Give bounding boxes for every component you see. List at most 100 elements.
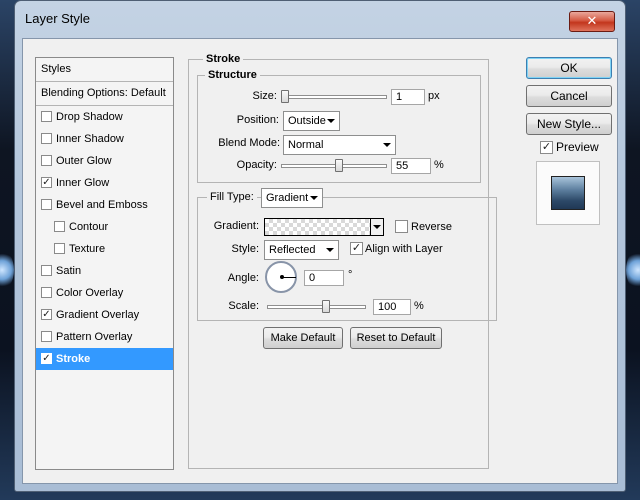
position-select[interactable]: Outside xyxy=(283,111,340,131)
style-item-checkbox[interactable] xyxy=(41,331,52,342)
style-item-label: Texture xyxy=(69,243,106,255)
chevron-down-icon xyxy=(327,119,335,123)
angle-input[interactable]: 0 xyxy=(304,270,344,286)
style-value: Reflected xyxy=(269,244,316,256)
style-item-checkbox[interactable] xyxy=(41,133,52,144)
gradient-picker[interactable] xyxy=(264,218,384,236)
fill-type-select[interactable]: Gradient xyxy=(261,188,323,208)
close-icon: ✕ xyxy=(586,13,598,28)
style-item-checkbox[interactable] xyxy=(41,111,52,122)
scale-input[interactable]: 100 xyxy=(373,299,411,315)
style-item-label: Drop Shadow xyxy=(56,111,123,123)
style-item-stroke[interactable]: ✓ Stroke xyxy=(36,348,173,370)
scale-label: Scale: xyxy=(228,300,259,312)
style-item-inner-shadow[interactable]: Inner Shadow xyxy=(36,128,173,150)
style-item-checkbox[interactable] xyxy=(54,243,65,254)
style-item-label: Inner Shadow xyxy=(56,133,124,145)
style-item-checkbox[interactable] xyxy=(41,287,52,298)
reset-to-default-button[interactable]: Reset to Default xyxy=(350,327,442,349)
opacity-slider-thumb[interactable] xyxy=(334,159,343,172)
style-item-label: Pattern Overlay xyxy=(56,331,133,343)
blending-options-item[interactable]: Blending Options: Default xyxy=(36,82,173,106)
size-unit: px xyxy=(428,90,440,102)
style-item-label: Gradient Overlay xyxy=(56,309,140,321)
make-default-button[interactable]: Make Default xyxy=(263,327,343,349)
preview-thumbnail xyxy=(536,161,600,225)
gradient-label: Gradient: xyxy=(213,220,259,232)
style-item-checkbox[interactable] xyxy=(41,265,52,276)
style-item-checkbox[interactable]: ✓ xyxy=(41,177,52,188)
style-item-label: Contour xyxy=(69,221,109,233)
opacity-label: Opacity: xyxy=(236,159,277,171)
preview-label: Preview xyxy=(556,140,599,154)
style-item-color-overlay[interactable]: Color Overlay xyxy=(36,282,173,304)
style-item-pattern-overlay[interactable]: Pattern Overlay xyxy=(36,326,173,348)
style-item-contour[interactable]: Contour xyxy=(36,216,173,238)
chevron-down-icon xyxy=(326,248,334,252)
reverse-checkbox[interactable] xyxy=(395,220,408,233)
style-item-checkbox[interactable] xyxy=(54,221,65,232)
scale-slider-track[interactable] xyxy=(267,305,366,309)
style-item-checkbox[interactable] xyxy=(41,155,52,166)
angle-label: Angle: xyxy=(227,272,259,284)
preview-check-box[interactable]: ✓ xyxy=(540,141,553,154)
preview-checkbox[interactable]: ✓ xyxy=(540,141,553,154)
align-with-layer-label: Align with Layer xyxy=(365,243,443,255)
style-item-outer-glow[interactable]: Outer Glow xyxy=(36,150,173,172)
opacity-input[interactable]: 55 xyxy=(391,158,431,174)
style-item-label: Stroke xyxy=(56,353,91,365)
styles-header[interactable]: Styles xyxy=(36,58,173,82)
style-item-label: Bevel and Emboss xyxy=(56,199,148,211)
style-item-inner-glow[interactable]: ✓ Inner Glow xyxy=(36,172,173,194)
style-item-checkbox[interactable] xyxy=(41,199,52,210)
angle-dial[interactable] xyxy=(265,261,297,293)
preview-swatch xyxy=(551,176,585,210)
opacity-unit: % xyxy=(434,159,444,171)
style-item-checkbox[interactable]: ✓ xyxy=(41,353,52,364)
dialog-body: Styles Blending Options: Default Drop Sh… xyxy=(22,38,618,484)
align-with-layer-checkbox[interactable]: ✓ xyxy=(350,242,363,255)
size-slider-thumb[interactable] xyxy=(281,90,289,103)
scale-slider-thumb[interactable] xyxy=(321,300,330,313)
cancel-button[interactable]: Cancel xyxy=(526,85,612,107)
style-item-texture[interactable]: Texture xyxy=(36,238,173,260)
chevron-down-icon xyxy=(310,196,318,200)
style-item-label: Satin xyxy=(56,265,82,277)
style-item-drop-shadow[interactable]: Drop Shadow xyxy=(36,106,173,128)
style-item-gradient-overlay[interactable]: ✓ Gradient Overlay xyxy=(36,304,173,326)
style-item-bevel-and-emboss[interactable]: Bevel and Emboss xyxy=(36,194,173,216)
fill-type-label: Fill Type: xyxy=(207,191,257,203)
angle-indicator xyxy=(282,277,296,278)
window-title: Layer Style xyxy=(25,11,91,26)
blend-mode-label: Blend Mode: xyxy=(218,137,280,149)
align-check-box[interactable]: ✓ xyxy=(350,242,363,255)
style-item-checkbox[interactable]: ✓ xyxy=(41,309,52,320)
position-value: Outside xyxy=(288,115,326,127)
position-label: Position: xyxy=(236,114,279,126)
style-label: Style: xyxy=(231,243,259,255)
style-item-satin[interactable]: Satin xyxy=(36,260,173,282)
angle-unit: ° xyxy=(348,269,353,281)
scale-unit: % xyxy=(414,300,424,312)
style-select[interactable]: Reflected xyxy=(264,240,339,260)
size-label: Size: xyxy=(252,90,277,102)
style-items: Drop Shadow Inner Shadow Outer Glow ✓ Inner … xyxy=(36,106,173,370)
angle-center xyxy=(280,275,284,279)
close-button[interactable]: ✕ xyxy=(569,11,615,32)
layer-style-dialog: Layer Style ✕ Styles Blending Options: D… xyxy=(14,0,626,492)
blend-mode-select[interactable]: Normal xyxy=(283,135,396,155)
fill-type-value: Gradient xyxy=(266,192,309,204)
reverse-label: Reverse xyxy=(411,221,452,233)
size-slider-track[interactable] xyxy=(281,95,387,99)
blend-mode-value: Normal xyxy=(288,139,324,151)
style-item-label: Inner Glow xyxy=(56,177,110,189)
reverse-check-box[interactable] xyxy=(395,220,408,233)
size-input[interactable]: 1 xyxy=(391,89,425,105)
new-style-button[interactable]: New Style... xyxy=(526,113,612,135)
style-item-label: Color Overlay xyxy=(56,287,124,299)
styles-list: Styles Blending Options: Default Drop Sh… xyxy=(35,57,174,470)
style-item-label: Outer Glow xyxy=(56,155,112,167)
ok-button[interactable]: OK xyxy=(526,57,612,79)
structure-title: Structure xyxy=(205,69,260,81)
chevron-down-icon[interactable] xyxy=(370,219,383,235)
